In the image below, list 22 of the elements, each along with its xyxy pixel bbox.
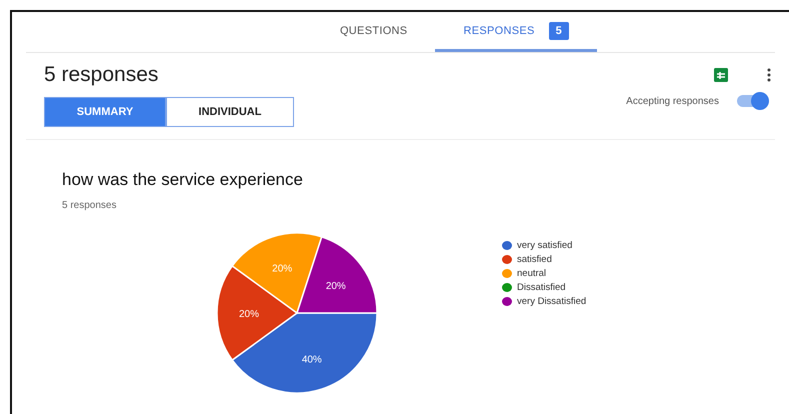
slice-label: 20%: [326, 280, 346, 292]
tab[interactable]: RESPONSES 5: [435, 12, 598, 52]
legend-label: neutral: [517, 268, 546, 279]
question-title: how was the service experience: [62, 170, 304, 190]
accepting-switch[interactable]: [737, 95, 769, 107]
legend-label: satisfied: [517, 254, 552, 265]
spreadsheet-icon[interactable]: [713, 67, 729, 83]
slice-label: 20%: [239, 309, 259, 320]
tab[interactable]: QUESTIONS: [312, 12, 436, 52]
slice-label: 20%: [272, 263, 292, 274]
legend-label: very satisfied: [517, 240, 572, 251]
slice-label: 40%: [302, 354, 322, 366]
page-title: 5 responses: [44, 63, 160, 87]
legend-label: very Dissatisfied: [517, 296, 586, 307]
more-icon[interactable]: [767, 68, 771, 82]
view-toggle[interactable]: SUMMARY: [44, 97, 166, 127]
switch-thumb[interactable]: [751, 92, 769, 110]
count-badge: 5: [548, 22, 570, 40]
legend-label: Dissatisfied: [517, 282, 566, 293]
toggle-label: Accepting responses: [626, 96, 719, 106]
view-toggle[interactable]: INDIVIDUAL: [166, 97, 294, 127]
response-count: 5 responses: [62, 200, 118, 211]
